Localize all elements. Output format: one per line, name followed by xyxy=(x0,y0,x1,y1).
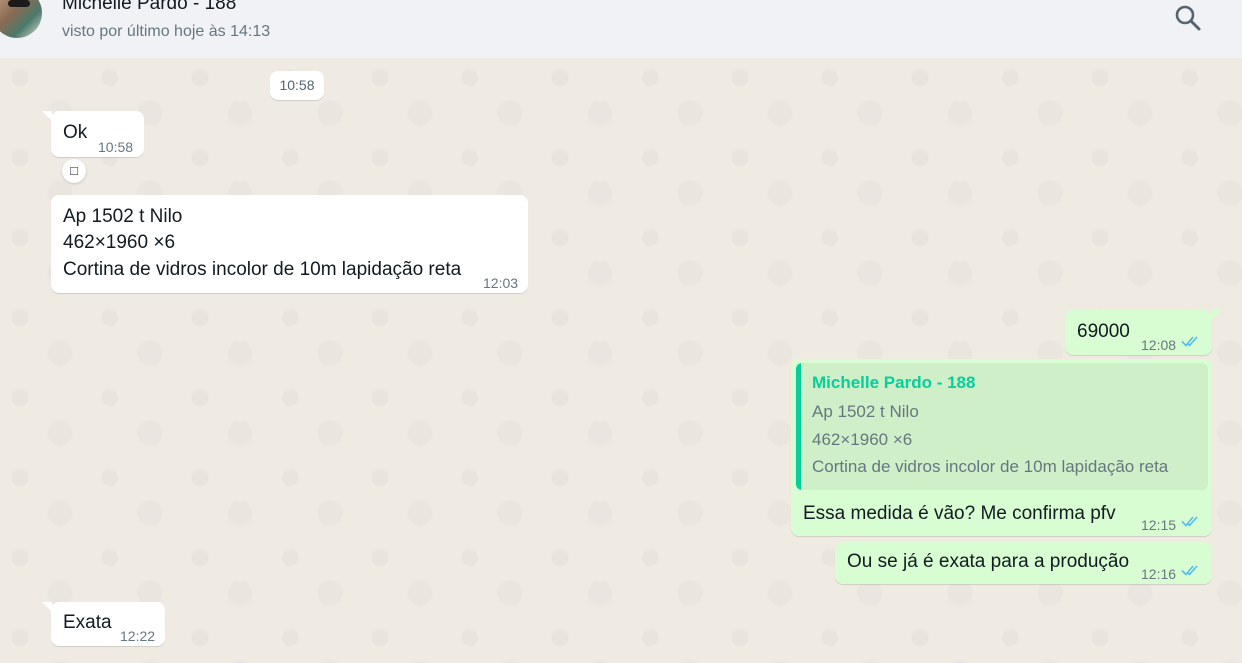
chat-header[interactable]: Michelle Pardo - 188 visto por último ho… xyxy=(0,0,1242,58)
message-incoming[interactable]: Ap 1502 t Nilo 462×1960 ×6 Cortina de vi… xyxy=(51,195,528,293)
message-incoming[interactable]: Exata 12:22 xyxy=(51,602,165,646)
message-reaction[interactable]: □ xyxy=(62,159,86,183)
quoted-message[interactable]: Michelle Pardo - 188 Ap 1502 t Nilo 462×… xyxy=(796,363,1208,490)
quote-accent-bar xyxy=(796,363,801,490)
quote-line: 462×1960 ×6 xyxy=(812,430,913,449)
message-time: 12:15 xyxy=(1141,517,1177,533)
search-button[interactable] xyxy=(1172,2,1204,34)
bubble-tail xyxy=(1212,310,1222,320)
message-incoming[interactable]: Ok 10:58 xyxy=(51,111,144,157)
message-text: 69000 xyxy=(1077,321,1130,342)
search-icon xyxy=(1175,5,1201,31)
message-line: Cortina de vidros incolor de 10m lapidaç… xyxy=(63,259,462,280)
message-time: 12:03 xyxy=(483,275,519,291)
message-text: Ou se já é exata para a produção xyxy=(847,551,1130,572)
quote-line: Cortina de vidros incolor de 10m lapidaç… xyxy=(812,457,1169,476)
message-time: 12:22 xyxy=(120,628,156,644)
message-text: Essa medida é vão? Me confirma pfv xyxy=(803,503,1116,524)
avatar[interactable] xyxy=(0,0,42,38)
message-text: Ok xyxy=(63,122,88,143)
message-time: 12:16 xyxy=(1141,566,1177,582)
message-line: Ap 1502 t Nilo xyxy=(63,206,183,227)
message-outgoing[interactable]: Ou se já é exata para a produção 12:16 xyxy=(835,542,1212,584)
message-time: 12:08 xyxy=(1141,337,1177,353)
read-receipt-icon xyxy=(1181,565,1198,576)
message-line: 462×1960 ×6 xyxy=(63,232,176,253)
read-receipt-icon xyxy=(1181,516,1198,527)
avatar-glasses-icon xyxy=(8,0,30,7)
message-outgoing[interactable]: 69000 12:08 xyxy=(1065,310,1212,355)
read-receipt-icon xyxy=(1181,336,1198,347)
quote-author: Michelle Pardo - 188 xyxy=(812,373,976,392)
quote-line: Ap 1502 t Nilo xyxy=(812,402,919,421)
contact-status: visto por último hoje às 14:13 xyxy=(62,23,271,40)
message-time: 10:58 xyxy=(98,139,134,155)
time-divider-chip: 10:58 xyxy=(270,71,324,100)
message-text: Exata xyxy=(63,612,112,633)
contact-name[interactable]: Michelle Pardo - 188 xyxy=(62,0,236,15)
